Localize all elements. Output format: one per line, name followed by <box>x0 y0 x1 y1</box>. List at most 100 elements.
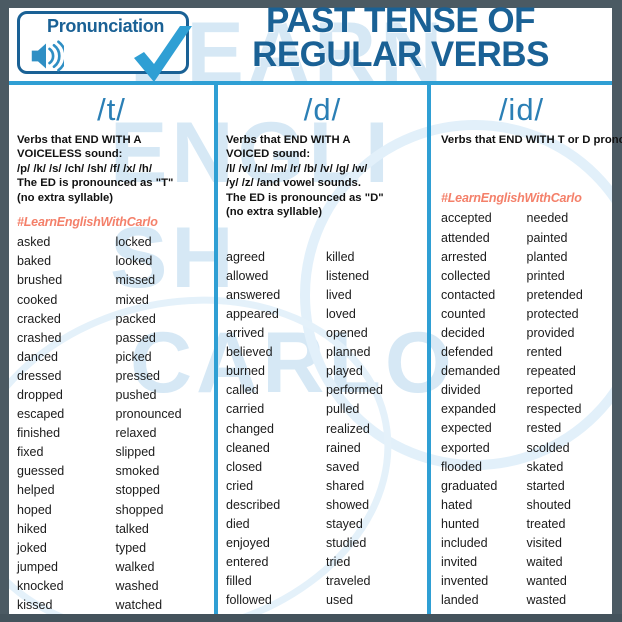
verb-item: asked <box>17 235 51 250</box>
verb-item: looked <box>115 254 153 269</box>
frame-bottom-edge <box>0 614 622 622</box>
verb-item: missed <box>115 273 156 288</box>
verb-item: shopped <box>115 502 164 517</box>
word-subcolumn-id-left: accepted attended arrested collected contact… <box>441 209 527 609</box>
verb-item: dropped <box>17 388 63 403</box>
phoneme-heading-d: /d/ <box>303 92 342 127</box>
rules-band: /t/ Verbs that END WITH A VOICELESS soun… <box>9 81 622 622</box>
verb-item: rained <box>326 440 361 455</box>
verb-item: arrested <box>441 249 487 264</box>
verb-item: cried <box>226 478 254 493</box>
verb-item: agreed <box>226 249 265 264</box>
pronunciation-badge: Pronunciation <box>17 11 192 82</box>
verb-item: planted <box>526 249 568 264</box>
verb-item: counted <box>441 306 486 321</box>
verb-item: smoked <box>115 464 160 479</box>
verb-item: shouted <box>526 497 571 512</box>
verb-item: loved <box>326 307 356 321</box>
word-subcolumn-t-right: locked looked missed mixed packed passed picke… <box>116 233 215 622</box>
word-list-id: accepted attended arrested collected contact… <box>431 209 612 609</box>
verb-item: escaped <box>17 407 65 422</box>
phoneme-heading-id: /id/ <box>498 92 545 127</box>
verb-item: joked <box>17 540 47 555</box>
phoneme-heading-t: /t/ <box>97 92 126 127</box>
verb-item: hated <box>441 497 473 512</box>
verb-item: baked <box>17 254 52 269</box>
verb-item: dressed <box>17 368 62 383</box>
verb-item: knocked <box>17 578 64 593</box>
word-list-t: asked baked brushed cooked cracked crashed dan… <box>9 233 214 622</box>
verb-item: collected <box>441 268 491 283</box>
verb-item: danced <box>17 349 59 364</box>
verb-item: realized <box>326 421 370 436</box>
verb-item: wanted <box>526 574 567 589</box>
rule-column-t: /t/ Verbs that END WITH A VOICELESS soun… <box>9 85 214 622</box>
verb-item: picked <box>115 349 152 364</box>
verb-item: saved <box>326 459 360 474</box>
verb-item: fixed <box>17 445 44 460</box>
verb-item: printed <box>526 268 565 283</box>
verb-item: filled <box>226 574 252 589</box>
verb-item: hiked <box>17 521 47 536</box>
verb-item: guessed <box>17 464 65 479</box>
verb-item: walked <box>115 559 155 574</box>
verb-item: started <box>526 478 565 493</box>
verb-item: defended <box>441 345 494 360</box>
verb-item: answered <box>226 287 281 302</box>
verb-item: hunted <box>441 516 480 531</box>
verb-item: divided <box>441 383 481 398</box>
verb-item: invited <box>441 555 478 570</box>
verb-item: slipped <box>115 445 156 460</box>
verb-item: accepted <box>441 211 492 226</box>
verb-item: mixed <box>115 292 149 307</box>
verb-item: planned <box>326 345 371 360</box>
verb-item: watched <box>115 598 163 613</box>
verb-item: flooded <box>441 459 483 474</box>
verb-item: finished <box>17 426 61 441</box>
verb-item: believed <box>226 345 273 360</box>
page-title-line-2: REGULAR VERBS <box>252 35 549 75</box>
verb-item: respected <box>526 402 582 417</box>
verb-item: tried <box>326 555 351 570</box>
verb-item: stopped <box>115 483 160 498</box>
verb-item: killed <box>326 249 355 264</box>
verb-item: demanded <box>441 364 501 379</box>
word-list-d: agreed allowed answered appeared arrived beli… <box>218 248 427 622</box>
page-title: PAST TENSE OF REGULAR VERBS <box>193 1 608 75</box>
verb-item: locked <box>115 235 152 250</box>
verb-item: repeated <box>526 364 576 379</box>
verb-item: attended <box>441 230 490 245</box>
verb-item: died <box>226 517 250 532</box>
verb-item: typed <box>115 540 147 555</box>
verb-item: rested <box>526 421 562 436</box>
hashtag-id: #LearnEnglishWithCarlo <box>441 191 582 206</box>
verb-item: treated <box>526 516 566 531</box>
verb-item: brushed <box>17 273 63 288</box>
word-subcolumn-id-right: needed painted planted printed pretended prot… <box>527 209 613 609</box>
hashtag-t: #LearnEnglishWithCarlo <box>17 215 158 230</box>
verb-item: waited <box>526 555 563 570</box>
verb-item: played <box>326 364 363 379</box>
word-subcolumn-d-right: killed listened lived loved opened planned pla… <box>326 248 426 622</box>
rule-column-id: /id/ Verbs that END WITH T or D pronounc… <box>431 85 622 614</box>
verb-item: changed <box>226 421 274 436</box>
verb-item: scolded <box>526 440 570 455</box>
verb-item: described <box>226 497 281 512</box>
verb-item: expanded <box>441 402 496 417</box>
verb-item: appeared <box>226 307 279 321</box>
verb-item: traveled <box>326 574 371 589</box>
rule-text-id: Verbs that END WITH T or D pronounce ED … <box>441 134 622 146</box>
verb-item: crashed <box>17 330 62 345</box>
verb-item: cleaned <box>226 440 270 455</box>
page-title-line-1: PAST TENSE OF <box>266 1 536 40</box>
verb-item: pushed <box>115 388 157 403</box>
verb-item: cracked <box>17 311 61 326</box>
rule-text-t: Verbs that END WITH A VOICELESS sound: /… <box>17 134 174 204</box>
verb-item: shared <box>326 478 365 493</box>
verb-item: wasted <box>526 593 567 608</box>
verb-item: reported <box>526 383 574 398</box>
verb-item: followed <box>226 593 272 608</box>
verb-item: burned <box>226 364 265 379</box>
infographic-poster: LEARN ENGLI SH CARLO Pronunciation PAST … <box>0 0 622 622</box>
verb-item: lived <box>326 287 352 302</box>
